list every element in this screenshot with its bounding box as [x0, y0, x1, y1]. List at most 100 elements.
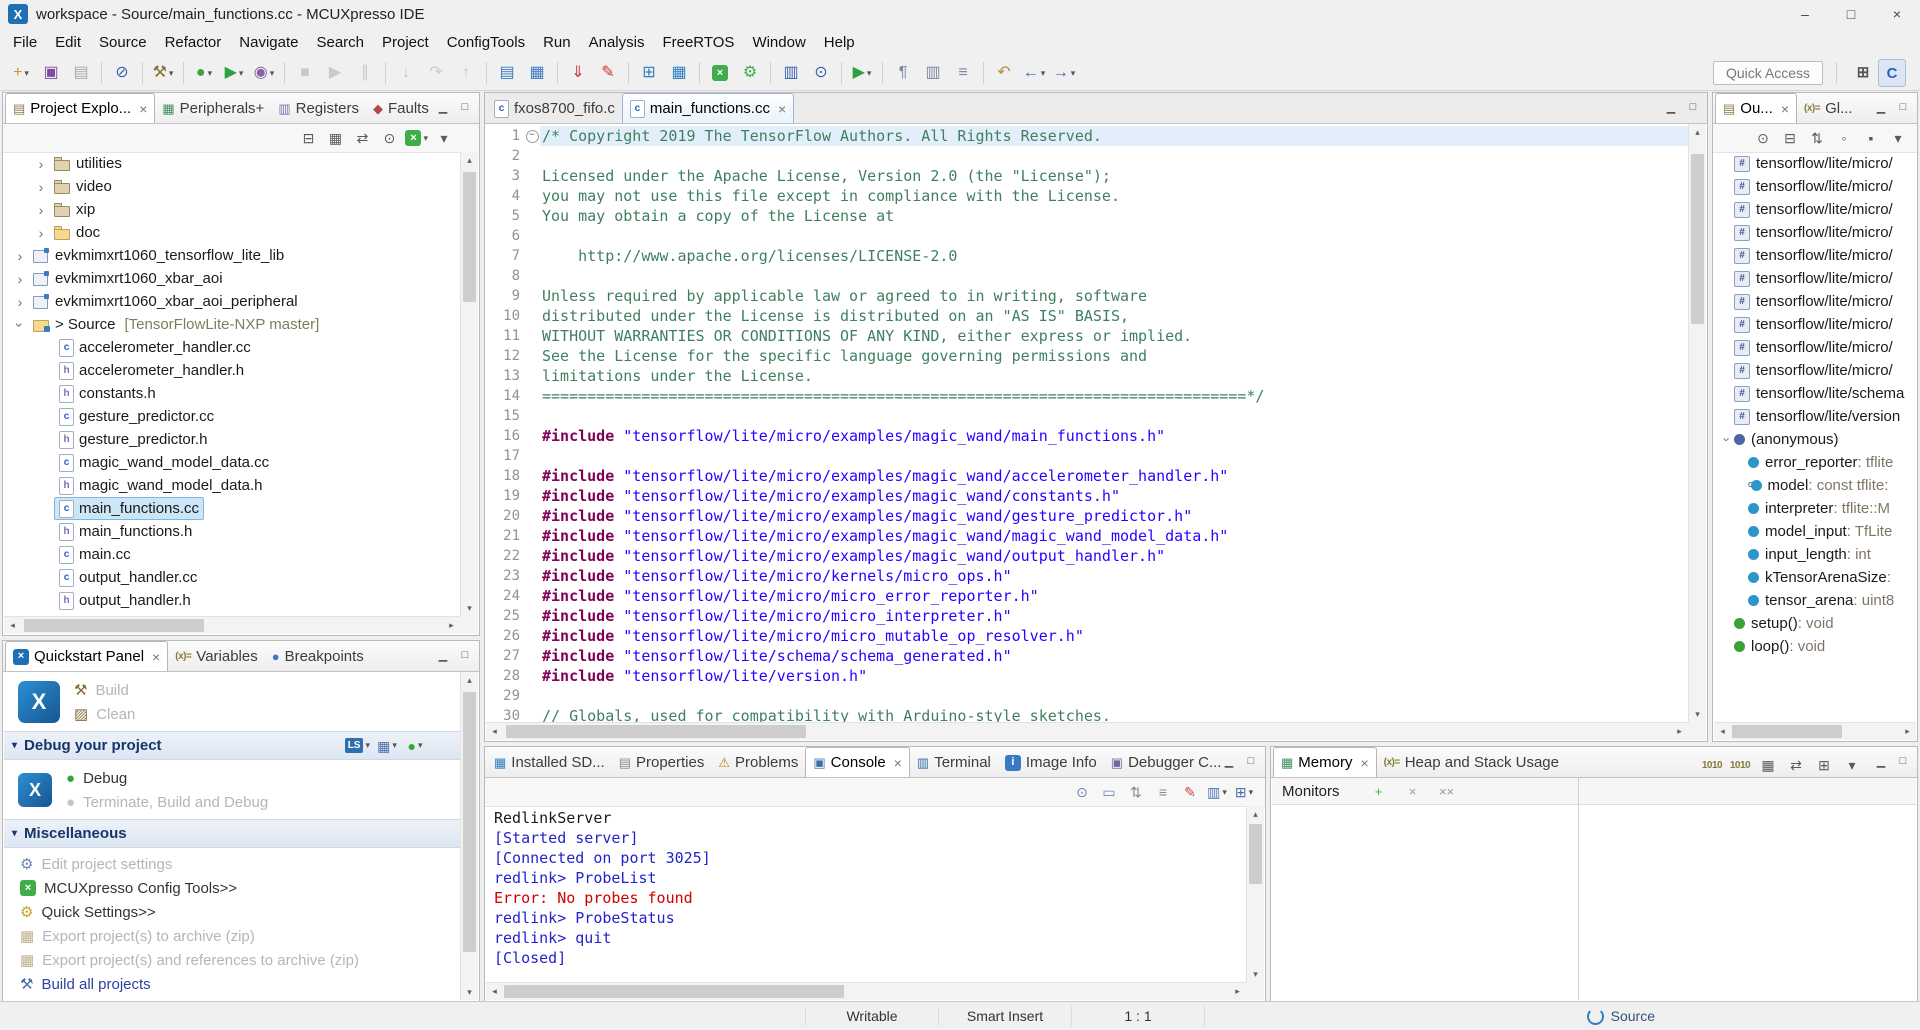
code-line-24[interactable]: 24#include "tensorflow/lite/micro/micro_… [486, 586, 1688, 606]
profile-button[interactable]: ◉▾ [250, 60, 278, 86]
code-editor[interactable]: 1−/* Copyright 2019 The TensorFlow Autho… [486, 124, 1688, 722]
tree-item-magic-wand-model-data-cc[interactable]: cmagic_wand_model_data.cc [4, 451, 460, 474]
outline-item-error-reporter[interactable]: error_reporter : tflite [1714, 451, 1916, 474]
tree-item-gesture-predictor-cc[interactable]: cgesture_predictor.cc [4, 405, 460, 428]
run-button[interactable]: ▶▾ [220, 60, 248, 86]
code-line-8[interactable]: 8 [486, 266, 1688, 286]
console-output[interactable]: RedlinkServer[Started server][Connected … [486, 806, 1246, 982]
code-line-10[interactable]: 10distributed under the License is distr… [486, 306, 1688, 326]
quickstart-build-all-projects[interactable]: ⚒Build all projects [20, 972, 460, 996]
code-line-2[interactable]: 2 [486, 146, 1688, 166]
outline-item-tensorflow-lite-micro[interactable]: #tensorflow/lite/micro/ [1714, 290, 1916, 313]
code-line-3[interactable]: 3Licensed under the Apache License, Vers… [486, 166, 1688, 186]
scroll-arrow-icon[interactable]: ▴ [461, 152, 478, 168]
outline-item-tensorflow-lite-micro[interactable]: #tensorflow/lite/micro/ [1714, 313, 1916, 336]
horizontal-scrollbar[interactable]: ◂▸ [1714, 722, 1916, 740]
section-miscellaneous[interactable]: ▾Miscellaneous [4, 819, 460, 848]
scroll-thumb[interactable] [504, 985, 844, 998]
show-whitespace-button[interactable]: ¶ [889, 60, 917, 86]
tab-main-functions-cc[interactable]: cmain_functions.cc× [622, 93, 794, 123]
code-line-22[interactable]: 22#include "tensorflow/lite/micro/exampl… [486, 546, 1688, 566]
tab-console[interactable]: ▣Console× [805, 747, 910, 777]
scroll-arrow-icon[interactable]: ▸ [1671, 723, 1688, 739]
quickstart-mcuxpresso-config-tools[interactable]: ×MCUXpresso Config Tools>> [20, 876, 460, 900]
quickstart-quick-settings[interactable]: ⚙Quick Settings>> [20, 900, 460, 924]
close-icon[interactable]: × [778, 101, 786, 117]
quickstart-debug[interactable]: ●Debug [66, 766, 268, 790]
terminal-button[interactable]: ▥ [777, 60, 805, 86]
outline-item-tensorflow-lite-micro[interactable]: #tensorflow/lite/micro/ [1714, 359, 1916, 382]
maximize-view-icon[interactable]: □ [1683, 97, 1703, 117]
debug-probe-button[interactable]: ●▾ [402, 734, 428, 758]
chevron-right-icon[interactable]: › [12, 294, 28, 310]
horizontal-scrollbar[interactable]: ◂▸ [486, 982, 1246, 1000]
menu-window[interactable]: Window [743, 30, 814, 55]
menu-file[interactable]: File [4, 30, 46, 55]
focus-view-button[interactable]: ⊙ [376, 126, 402, 150]
scroll-thumb[interactable] [463, 172, 476, 302]
remove-monitor-button[interactable]: × [1400, 779, 1426, 803]
scroll-arrow-icon[interactable]: ▸ [1899, 723, 1916, 739]
tree-item-gesture-predictor-h[interactable]: hgesture_predictor.h [4, 428, 460, 451]
word-wrap-button[interactable]: ≡ [1150, 780, 1176, 804]
outline-item-tensorflow-lite-micro[interactable]: #tensorflow/lite/micro/ [1714, 198, 1916, 221]
tree-item-accelerometer-handler-cc[interactable]: caccelerometer_handler.cc [4, 336, 460, 359]
import-sdk-button[interactable]: ⊞ [635, 60, 663, 86]
tree-item-evkmimxrt1060-tensorflow-lite-lib[interactable]: ›evkmimxrt1060_tensorflow_lite_lib [4, 244, 460, 267]
menu-configtools[interactable]: ConfigTools [438, 30, 534, 55]
close-icon[interactable]: × [152, 649, 160, 665]
new-c-source-file-button[interactable]: ▤ [493, 60, 521, 86]
outline-item-model[interactable]: cmodel : const tflite: [1714, 474, 1916, 497]
chevron-right-icon[interactable]: › [33, 202, 49, 218]
outline-item-tensorflow-lite-micro[interactable]: #tensorflow/lite/micro/ [1714, 336, 1916, 359]
hide-fields-button[interactable]: ◦ [1831, 126, 1857, 150]
clear-console-button[interactable]: ▭ [1096, 780, 1122, 804]
block-selection-button[interactable]: ▥ [919, 60, 947, 86]
collapse-triangle-icon[interactable]: ▾ [12, 740, 17, 751]
split-pane-button[interactable]: ▦ [1755, 753, 1781, 777]
outline-item-interpreter[interactable]: interpreter : tflite::M [1714, 497, 1916, 520]
gui-flash-tool-button[interactable]: ✎ [1177, 780, 1203, 804]
close-icon[interactable]: × [139, 101, 147, 117]
tab-installed-sd[interactable]: ▦Installed SD... [487, 748, 612, 777]
scroll-arrow-icon[interactable]: ▴ [461, 672, 478, 688]
scroll-arrow-icon[interactable]: ▸ [1229, 983, 1246, 999]
remove-all-monitors-button[interactable]: ×× [1434, 779, 1460, 803]
pin-console-button[interactable]: ⊙ [1069, 780, 1095, 804]
new-c-project-button[interactable]: ▦ [523, 60, 551, 86]
probe-grid-button[interactable]: ▦▾ [374, 734, 400, 758]
scroll-arrow-icon[interactable]: ▾ [461, 984, 478, 1000]
code-line-16[interactable]: 16#include "tensorflow/lite/micro/exampl… [486, 426, 1688, 446]
window-minimize-button[interactable]: – [1782, 0, 1828, 28]
outline-item-tensorflow-lite-version[interactable]: #tensorflow/lite/version [1714, 405, 1916, 428]
outline-item-tensor-arena[interactable]: tensor_arena : uint8 [1714, 589, 1916, 612]
scroll-thumb[interactable] [1249, 824, 1262, 884]
outline-item-ktensorarenasize[interactable]: kTensorArenaSize : [1714, 566, 1916, 589]
new-wizard-button[interactable]: +▾ [7, 60, 35, 86]
external-tools-button[interactable]: ▶▾ [848, 60, 876, 86]
collapse-all-button[interactable]: ⊟ [1777, 126, 1803, 150]
suspend-button[interactable]: ∥ [351, 60, 379, 86]
vertical-scrollbar[interactable]: ▴▾ [460, 672, 478, 1000]
fold-collapse-icon[interactable]: − [526, 130, 539, 143]
outline-item-tensorflow-lite-micro[interactable]: #tensorflow/lite/micro/ [1714, 267, 1916, 290]
collapse-all-button[interactable]: ⊟ [295, 126, 321, 150]
build-all-button[interactable]: ⚒▾ [149, 60, 177, 86]
close-icon[interactable]: × [1781, 101, 1789, 117]
code-line-28[interactable]: 28#include "tensorflow/lite/version.h" [486, 666, 1688, 686]
minimize-view-icon[interactable]: ▁ [433, 645, 453, 665]
code-line-21[interactable]: 21#include "tensorflow/lite/micro/exampl… [486, 526, 1688, 546]
tab-ou[interactable]: ▤Ou...× [1715, 93, 1797, 123]
outline-item-anonymous[interactable]: ›(anonymous) [1714, 428, 1916, 451]
tab-variables[interactable]: (x)=Variables [168, 642, 264, 671]
tab-project-explo[interactable]: ▤Project Explo...× [5, 93, 155, 123]
code-line-25[interactable]: 25#include "tensorflow/lite/micro/micro_… [486, 606, 1688, 626]
tab-faults[interactable]: ◆Faults [366, 94, 436, 123]
tree-item-xip[interactable]: ›xip [4, 198, 460, 221]
terminate-button[interactable]: ■ [291, 60, 319, 86]
scroll-arrow-icon[interactable]: ◂ [486, 723, 503, 739]
hide-static-button[interactable]: ▪ [1858, 126, 1884, 150]
tab-terminal[interactable]: ▥Terminal [910, 748, 998, 777]
tab-image-info[interactable]: iImage Info [998, 748, 1104, 777]
tree-item-main-cc[interactable]: cmain.cc [4, 543, 460, 566]
